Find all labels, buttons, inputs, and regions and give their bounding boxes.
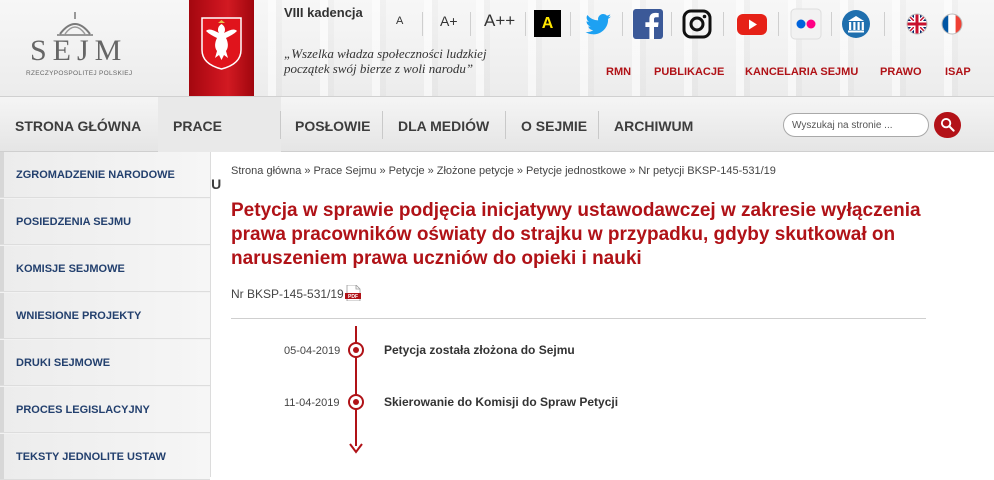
top-link-rmn[interactable]: RMN [606,66,631,78]
breadcrumb-current: Nr petycji BKSP-145-531/19 [638,165,776,177]
search-box [783,113,929,137]
sidebar-item-posiedzenia-sejmu[interactable]: POSIEDZENIA SEJMU [0,199,210,245]
parliament-dome-icon [57,12,93,36]
font-size-small-button[interactable]: A [396,15,403,27]
divider [622,12,623,36]
breadcrumb-link[interactable]: Złożone petycje [437,165,514,177]
sidebar-item-zgromadzenie-narodowe[interactable]: ZGROMADZENIE NARODOWE [0,152,210,198]
svg-text:PDF: PDF [348,294,358,300]
search-button[interactable] [934,112,961,138]
term-label: VIII kadencja [284,5,363,20]
breadcrumb-separator: » [516,165,523,177]
divider [671,12,672,36]
nav-item-archiwum[interactable]: ARCHIWUM [614,97,693,152]
sidebar-item-komisje-sejmowe[interactable]: KOMISJE SEJMOWE [0,246,210,292]
top-link-publikacje[interactable]: PUBLIKACJE [654,66,724,78]
top-link-prawo[interactable]: PRAWO [880,66,922,78]
breadcrumb-separator: » [379,165,386,177]
logo-subtitle: RZECZYPOSPOLITEJ POLSKIEJ [26,70,133,77]
sidebar-item-proces-legislacyjny[interactable]: PROCES LEGISLACYJNY [0,387,210,433]
logo-text: SEJM [30,34,128,67]
timeline-event: Petycja została złożona do Sejmu [384,343,575,357]
sidebar-item-label: KOMISJE SEJMOWE [16,263,125,275]
breadcrumb-separator: » [427,165,434,177]
divider [884,12,885,36]
petition-number: Nr BKSP-145-531/19 [231,287,344,301]
divider [570,12,571,36]
nav-item-poslowie[interactable]: POSŁOWIE [295,97,370,152]
site-header: SEJM RZECZYPOSPOLITEJ POLSKIEJ VIII kade… [0,0,994,96]
timeline-event: Skierowanie do Komisji do Spraw Petycji [384,395,619,409]
high-contrast-button[interactable]: A [534,10,561,37]
nav-item-prace-sejmu[interactable]: PRACE SEJMU [158,97,281,192]
sidebar-item-label: TEKSTY JEDNOLITE USTAW [16,451,166,463]
divider [422,12,423,36]
page-title: Petycja w sprawie podjęcia inicjatywy us… [231,200,921,269]
timeline-dot [348,394,364,410]
sidebar-item-label: PROCES LEGISLACYJNY [16,404,150,416]
divider [505,111,506,139]
divider [525,12,526,36]
breadcrumb-link[interactable]: Strona główna [231,165,301,177]
youtube-icon[interactable] [736,8,768,40]
flickr-icon[interactable] [790,8,822,40]
divider [778,12,779,36]
breadcrumb: Strona główna» Prace Sejmu» Petycje» Złożon… [231,165,776,177]
institution-icon[interactable] [840,8,872,40]
facebook-icon[interactable] [632,8,664,40]
nav-item-strona-glowna[interactable]: STRONA GŁÓWNA [15,97,141,152]
sidebar-item-label: POSIEDZENIA SEJMU [16,216,132,228]
divider [280,111,281,139]
sidebar: ZGROMADZENIE NARODOWE POSIEDZENIA SEJMU … [0,152,211,480]
font-size-medium-button[interactable]: A+ [440,13,458,29]
french-flag-icon[interactable] [941,13,963,35]
divider [598,111,599,139]
search-input[interactable] [784,114,928,136]
polish-flag-banner [189,0,254,96]
sidebar-item-teksty-jednolite-ustaw[interactable]: TEKSTY JEDNOLITE USTAW [0,434,210,480]
english-flag-icon[interactable] [906,13,928,35]
sidebar-item-label: WNIESIONE PROJEKTY [16,310,142,322]
nav-item-dla-mediow[interactable]: DLA MEDIÓW [398,97,489,152]
instagram-icon[interactable] [681,8,713,40]
pdf-icon[interactable]: PDF [345,285,361,301]
sidebar-item-label: DRUKI SEJMOWE [16,357,111,369]
breadcrumb-separator: » [304,165,311,177]
sidebar-item-druki-sejmowe[interactable]: DRUKI SEJMOWE [0,340,210,386]
nav-item-o-sejmie[interactable]: O SEJMIE [521,97,587,152]
sejm-logo[interactable]: SEJM RZECZYPOSPOLITEJ POLSKIEJ [26,12,132,82]
search-icon [940,117,955,132]
sidebar-item-wniesione-projekty[interactable]: WNIESIONE PROJEKTY [0,293,210,339]
font-size-large-button[interactable]: A++ [484,11,515,31]
timeline-date: 05-04-2019 [284,345,341,357]
timeline-dot [348,342,364,358]
breadcrumb-link[interactable]: Petycje jednostkowe [526,165,626,177]
top-link-isap[interactable]: ISAP [945,66,971,78]
divider [231,318,926,319]
motto-line: początek swój bierze z woli narodu” [284,61,474,76]
arrow-down-icon [349,443,363,454]
breadcrumb-separator: » [629,165,636,177]
timeline-date: 11-04-2019 [284,397,340,409]
motto-line: „Wszelka władza społeczności ludzkiej [284,46,487,61]
white-eagle-emblem-icon [201,17,242,70]
top-link-kancelaria[interactable]: KANCELARIA SEJMU [745,66,858,78]
divider [470,12,471,36]
sidebar-item-label: ZGROMADZENIE NARODOWE [16,169,175,181]
breadcrumb-link[interactable]: Petycje [389,165,425,177]
breadcrumb-link[interactable]: Prace Sejmu [313,165,376,177]
divider [382,111,383,139]
divider [723,12,724,36]
motto: „Wszelka władza społeczności ludzkiej po… [284,46,487,76]
twitter-icon[interactable] [582,8,614,40]
divider [831,12,832,36]
